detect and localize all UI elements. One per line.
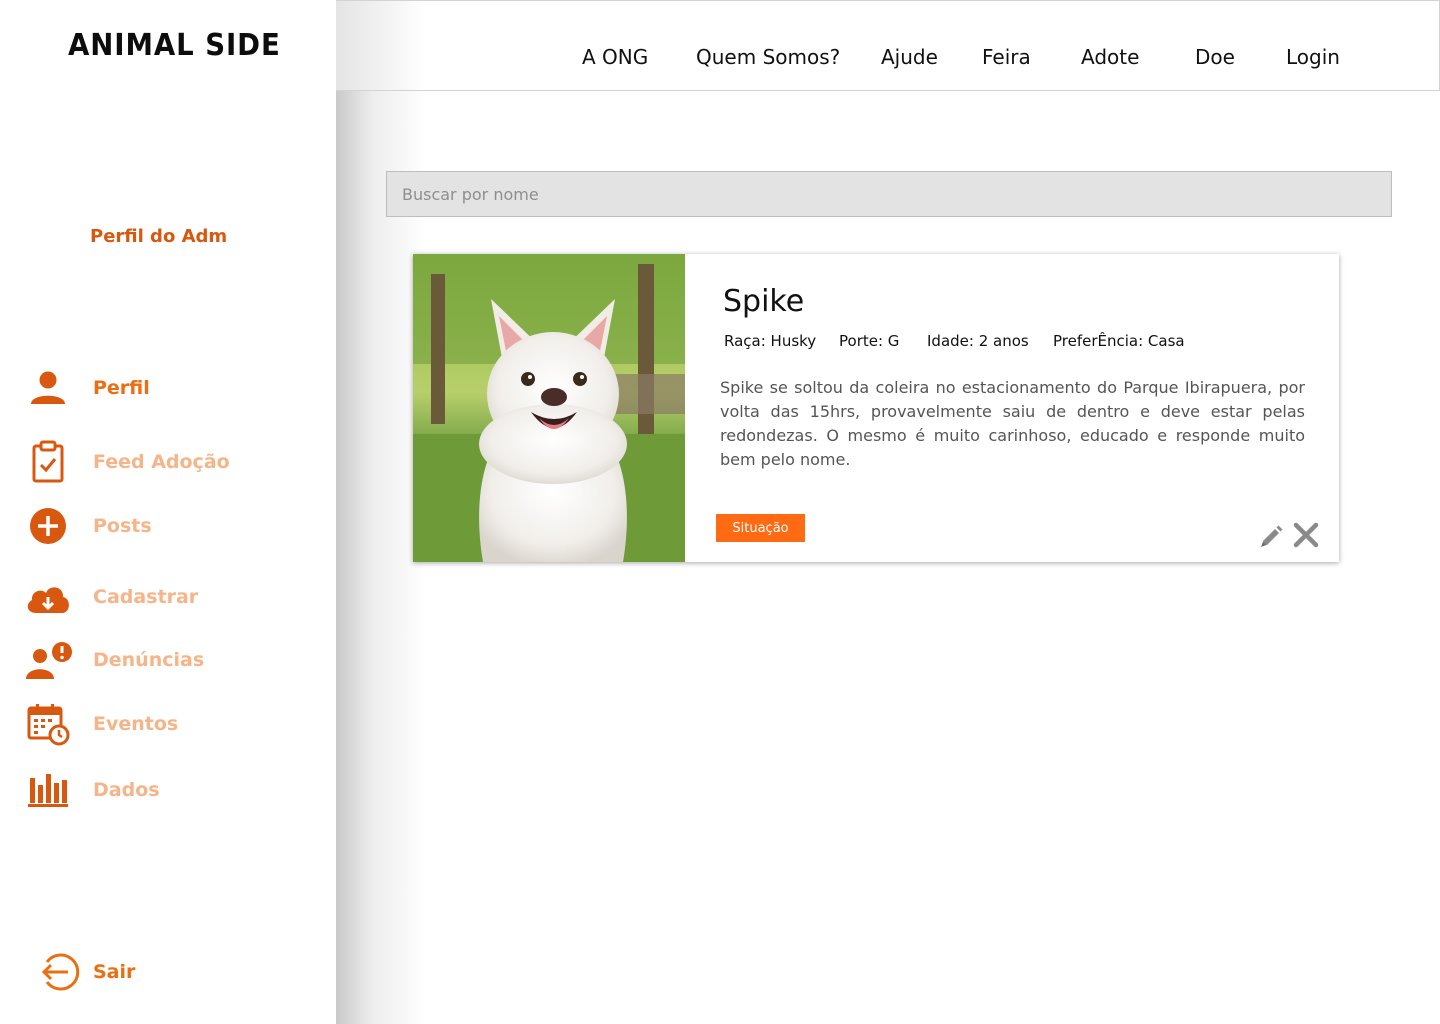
sidebar-item-label: Denúncias [93,649,205,671]
nav-link-quem-somos[interactable]: Quem Somos? [696,45,840,69]
pet-size: Porte: G [839,332,900,350]
pet-preference: PreferÊncia: Casa [1053,332,1185,350]
nav-link-adote[interactable]: Adote [1081,45,1139,69]
sidebar-item-label: Feed Adoção [93,451,230,473]
logout-label: Sair [93,961,136,983]
user-icon [24,364,72,412]
user-alert-icon [24,636,72,684]
nav-link-login[interactable]: Login [1286,45,1340,69]
pet-photo [413,254,685,562]
calendar-clock-icon [24,700,72,748]
logo[interactable]: ANIMAL SIDE [68,28,281,63]
pet-card: Spike Raça: Husky Porte: G Idade: 2 anos… [413,254,1339,562]
sidebar-item-label: Cadastrar [93,586,199,608]
sidebar-item-label: Perfil [93,377,150,399]
search-bar [386,171,1392,217]
search-input[interactable] [387,172,1391,216]
clipboard-check-icon [24,438,72,486]
bar-chart-icon [24,766,72,814]
nav-link-a-ong[interactable]: A ONG [582,45,648,69]
nav-link-doe[interactable]: Doe [1195,45,1235,69]
nav-link-feira[interactable]: Feira [982,45,1031,69]
sidebar-item-label: Eventos [93,713,179,735]
pencil-icon[interactable] [1258,524,1284,550]
sidebar-item-feed-adocao[interactable]: Feed Adoção [24,438,324,486]
pet-name: Spike [723,284,805,319]
sidebar-item-denuncias[interactable]: Denúncias [24,636,324,684]
sidebar-item-dados[interactable]: Dados [24,766,324,814]
nav-link-ajude[interactable]: Ajude [881,45,938,69]
logout-icon [36,948,84,996]
cloud-download-icon [24,573,72,621]
pet-description: Spike se soltou da coleira no estacionam… [720,378,1305,469]
profile-title: Perfil do Adm [90,226,228,247]
sidebar-item-posts[interactable]: Posts [24,502,324,550]
close-icon[interactable] [1293,522,1319,548]
sidebar-item-label: Dados [93,779,160,801]
status-button[interactable]: Situação [716,514,805,542]
sidebar-item-eventos[interactable]: Eventos [24,700,324,748]
plus-circle-icon [24,502,72,550]
sidebar-item-cadastrar[interactable]: Cadastrar [24,573,324,621]
logout-button[interactable]: Sair [24,948,324,996]
pet-age: Idade: 2 anos [927,332,1029,350]
pet-breed: Raça: Husky [724,332,817,350]
sidebar-item-perfil[interactable]: Perfil [24,364,324,412]
sidebar: ANIMAL SIDE Perfil do Adm Perfil Feed Ad… [0,0,336,1024]
sidebar-item-label: Posts [93,515,152,537]
top-nav-bar: A ONG Quem Somos? Ajude Feira Adote Doe … [336,0,1440,91]
